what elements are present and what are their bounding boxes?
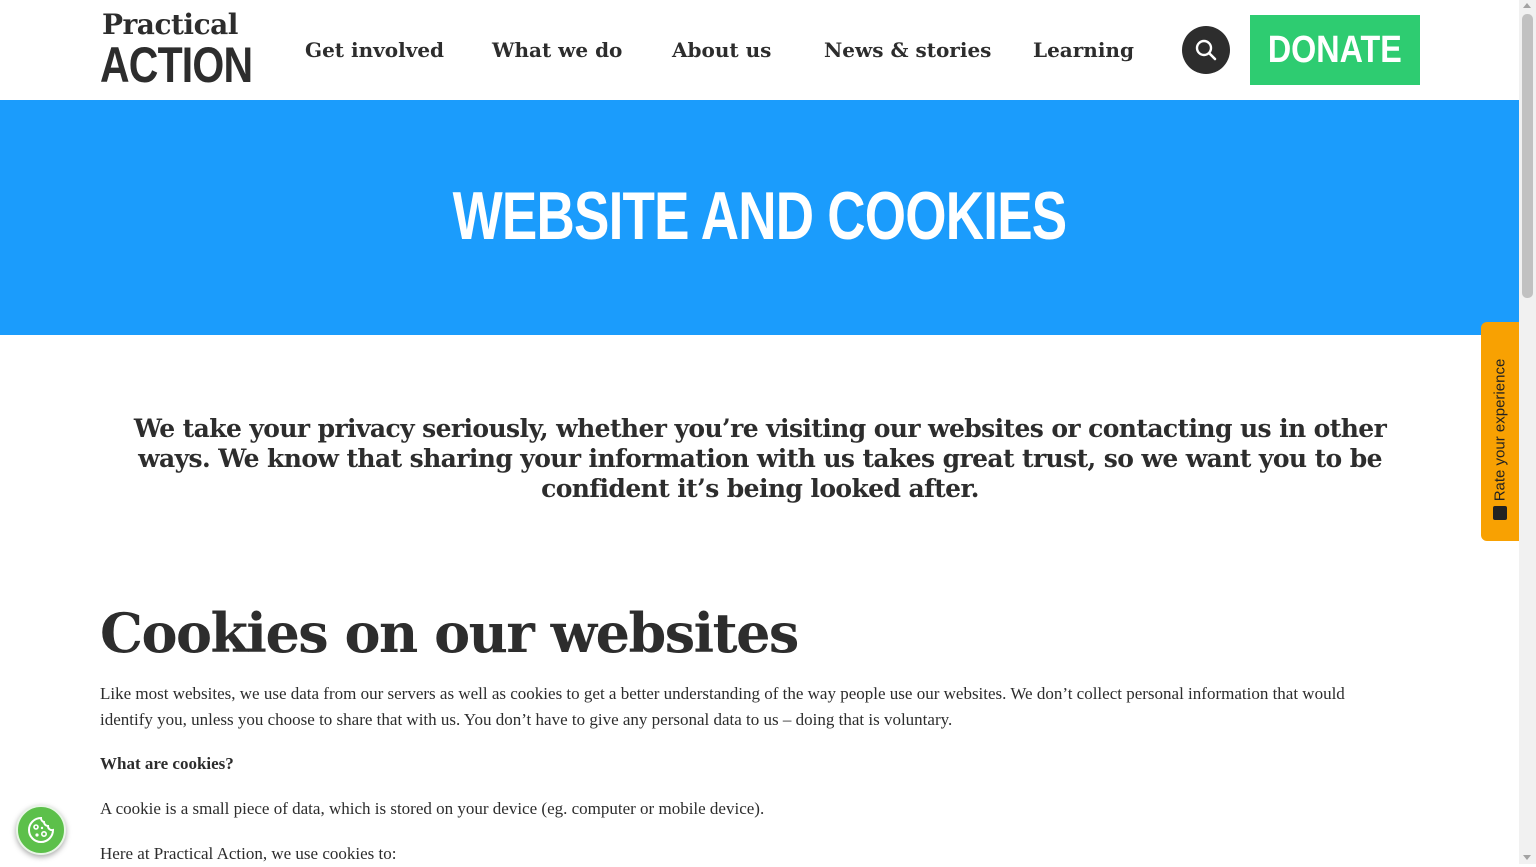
nav-learning[interactable]: Learning <box>1033 36 1134 64</box>
donate-button[interactable]: DONATE <box>1250 15 1420 85</box>
scrollbar-thumb[interactable] <box>1522 14 1533 298</box>
cookie-icon <box>28 816 55 843</box>
search-button[interactable] <box>1182 26 1230 74</box>
cookie-definition-paragraph: A cookie is a small piece of data, which… <box>100 799 765 818</box>
donate-label: DONATE <box>1268 29 1402 71</box>
nav-about-us[interactable]: About us <box>672 36 771 64</box>
cookies-intro-paragraph: Like most websites, we use data from our… <box>100 684 1345 729</box>
logo-line-1: Practical <box>102 8 238 41</box>
logo-line-2: ACTION <box>100 37 253 93</box>
cookie-uses-paragraph: Here at Practical Action, we use cookies… <box>100 844 397 863</box>
section-heading: Cookies on our websites <box>100 601 799 665</box>
scroll-down-arrow-icon[interactable] <box>1523 855 1531 860</box>
nav-news-stories[interactable]: News & stories <box>824 36 991 64</box>
scroll-up-arrow-icon[interactable] <box>1523 3 1531 8</box>
page-title: WEBSITE AND COOKIES <box>452 178 1068 254</box>
intro-text: We take your privacy seriously, whether … <box>133 414 1387 503</box>
search-icon <box>1195 39 1217 61</box>
what-are-cookies-heading: What are cookies? <box>100 754 234 773</box>
site-header: Practical ACTION Get involved What we do… <box>0 0 1519 100</box>
practical-action-logo[interactable]: Practical ACTION <box>100 10 253 91</box>
rate-experience-label: Rate your experience <box>1491 358 1509 502</box>
smiley-icon <box>1493 506 1507 520</box>
nav-what-we-do[interactable]: What we do <box>492 36 622 64</box>
nav-get-involved[interactable]: Get involved <box>305 36 444 64</box>
hero-banner: WEBSITE AND COOKIES <box>0 100 1519 335</box>
rate-experience-tab[interactable]: Rate your experience <box>1481 322 1519 541</box>
cookie-settings-button[interactable] <box>16 805 66 855</box>
page-scrollbar[interactable] <box>1519 0 1536 864</box>
